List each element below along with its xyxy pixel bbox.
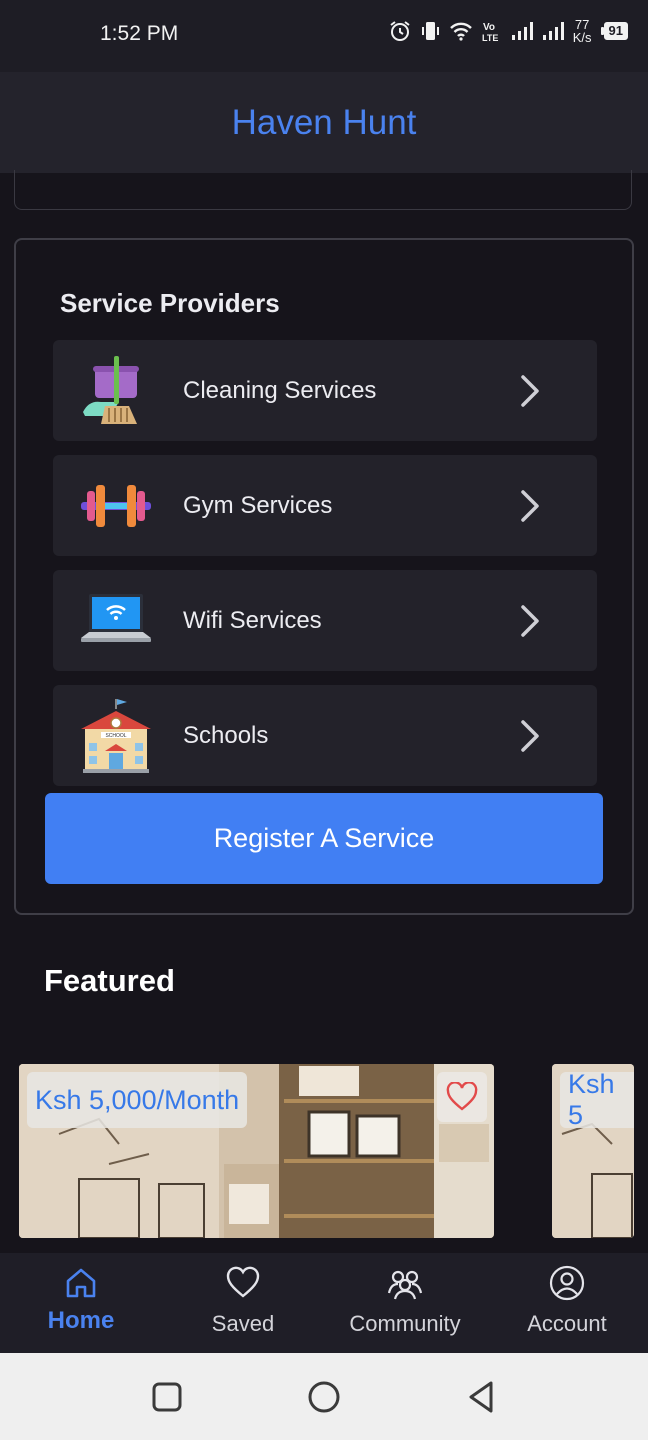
provider-item-wifi[interactable]: Wifi Services <box>53 570 597 671</box>
heart-icon <box>446 1082 478 1111</box>
previous-card-edge <box>14 170 632 210</box>
provider-item-gym[interactable]: Gym Services <box>53 455 597 556</box>
net-speed-unit: K/s <box>572 30 592 45</box>
signal-icon <box>511 22 533 40</box>
listing-price: Ksh 5 <box>560 1069 634 1130</box>
chevron-right-icon <box>521 720 539 752</box>
home-icon <box>66 1268 96 1298</box>
nav-item-home[interactable]: Home <box>0 1253 162 1353</box>
recents-icon[interactable] <box>149 1379 185 1415</box>
status-bar: 1:52 PM Vo LTE 77 K/s 91 <box>0 0 648 72</box>
svg-text:Vo: Vo <box>483 22 495 33</box>
listing-price: Ksh 5,000/Month <box>27 1072 248 1128</box>
provider-item-cleaning[interactable]: Cleaning Services <box>53 340 597 441</box>
app-title: Haven Hunt <box>231 102 417 142</box>
chevron-right-icon <box>521 375 539 407</box>
app-bar: Haven Hunt <box>0 72 648 173</box>
signal-icon <box>542 22 564 40</box>
vibrate-icon <box>421 22 439 40</box>
alarm-icon <box>390 21 410 41</box>
back-icon[interactable] <box>463 1379 499 1415</box>
heart-icon <box>226 1266 260 1298</box>
provider-label: Wifi Services <box>183 607 322 634</box>
bottom-nav: Home Saved Community Account <box>0 1253 648 1353</box>
school-icon: SCHOOL <box>81 699 151 773</box>
provider-label: Schools <box>183 722 269 749</box>
nav-label: Account <box>527 1311 607 1336</box>
nav-label: Home <box>47 1307 115 1334</box>
nav-item-account[interactable]: Account <box>486 1253 648 1353</box>
battery-icon: 91 <box>600 22 628 40</box>
favorite-button[interactable] <box>437 1072 487 1122</box>
chevron-right-icon <box>521 490 539 522</box>
provider-item-schools[interactable]: SCHOOL Schools <box>53 685 597 786</box>
provider-label: Cleaning Services <box>183 377 377 404</box>
home-circle-icon[interactable] <box>306 1379 342 1415</box>
provider-label: Gym Services <box>183 492 333 519</box>
svg-text:LTE: LTE <box>482 33 498 42</box>
service-providers-card: Service Providers Cleaning Services Gym … <box>14 238 634 915</box>
featured-listing-card[interactable]: Ksh 5 <box>552 1064 634 1238</box>
featured-listing-card[interactable]: Ksh 5,000/Month <box>19 1064 494 1238</box>
battery-level: 91 <box>603 22 628 40</box>
nav-label: Saved <box>211 1311 275 1336</box>
volte-icon: Vo LTE <box>482 22 498 42</box>
featured-title: Featured <box>44 963 175 998</box>
status-icons: Vo LTE 77 K/s 91 <box>389 18 628 44</box>
svg-text:SCHOOL: SCHOOL <box>105 733 126 739</box>
status-time: 1:52 PM <box>100 22 179 45</box>
nav-item-saved[interactable]: Saved <box>162 1253 324 1353</box>
net-speed: 77 K/s <box>573 18 592 44</box>
laptop-wifi-icon <box>81 594 151 642</box>
system-nav-bar <box>0 1353 648 1440</box>
register-service-button[interactable]: Register A Service <box>45 793 603 884</box>
nav-item-community[interactable]: Community <box>324 1253 486 1353</box>
wifi-icon <box>449 22 472 41</box>
account-icon <box>549 1265 585 1301</box>
nav-label: Community <box>349 1311 461 1336</box>
community-icon <box>387 1270 423 1300</box>
chevron-right-icon <box>521 605 539 637</box>
section-title: Service Providers <box>60 288 280 318</box>
dumbbell-icon <box>81 485 151 527</box>
cleaning-icon <box>83 356 139 424</box>
